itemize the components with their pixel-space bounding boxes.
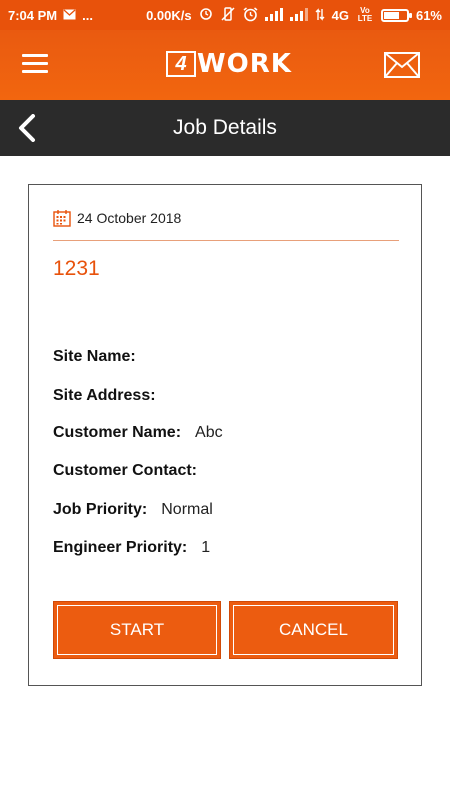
data-arrows-icon xyxy=(315,7,325,23)
battery-icon xyxy=(380,8,412,22)
signal-icon xyxy=(264,7,283,23)
mail-icon[interactable] xyxy=(384,52,420,83)
volte-indicator: Vo LTE xyxy=(357,6,373,23)
field-customer-name: Customer Name: Abc xyxy=(53,424,223,442)
field-value: Normal xyxy=(161,501,213,518)
field-customer-contact: Customer Contact: xyxy=(53,462,211,480)
job-date-row: 24 October 2018 xyxy=(53,209,399,241)
status-time: 7:04 PM xyxy=(8,7,58,23)
field-label: Site Name: xyxy=(53,348,136,365)
cancel-button-label: CANCEL xyxy=(279,620,348,639)
field-label: Job Priority: xyxy=(53,501,148,518)
start-button[interactable]: START xyxy=(53,601,221,659)
field-value: Abc xyxy=(195,424,223,441)
status-more-dots: ... xyxy=(82,7,93,23)
app-bar: 4 WORK xyxy=(0,30,450,100)
job-number: 1231 xyxy=(53,257,100,280)
gmail-notification-icon xyxy=(63,9,76,22)
vibrate-off-icon xyxy=(220,7,236,23)
network-speed: 0.00K/s xyxy=(146,7,192,23)
field-label: Customer Contact: xyxy=(53,462,198,479)
network-type: 4G xyxy=(331,7,349,23)
menu-icon[interactable] xyxy=(22,54,48,76)
field-value: 1 xyxy=(201,539,211,556)
logo-box: 4 xyxy=(166,51,196,77)
job-date: 24 October 2018 xyxy=(77,210,182,226)
field-label: Site Address: xyxy=(53,387,156,404)
logo-text: WORK xyxy=(197,49,292,79)
alarm-icon xyxy=(243,6,258,24)
start-button-label: START xyxy=(109,620,165,639)
calendar-icon xyxy=(53,209,71,232)
job-card: 24 October 2018 1231 Site Name: Site Add… xyxy=(28,184,422,686)
status-bar: 7:04 PM ... 0.00K/s 4G Vo LTE 61% xyxy=(0,0,450,30)
page-title: Job Details xyxy=(173,116,277,139)
cancel-button[interactable]: CANCEL xyxy=(229,601,398,659)
field-engineer-priority: Engineer Priority: 1 xyxy=(53,539,210,557)
field-label: Engineer Priority: xyxy=(53,539,188,556)
field-site-name: Site Name: xyxy=(53,348,150,366)
field-job-priority: Job Priority: Normal xyxy=(53,501,213,519)
title-bar: Job Details xyxy=(0,100,450,156)
app-logo: 4 WORK xyxy=(166,49,292,79)
signal-2-icon xyxy=(289,7,308,23)
field-label: Customer Name: xyxy=(53,424,182,441)
sync-icon xyxy=(199,7,213,23)
field-site-address: Site Address: xyxy=(53,387,170,405)
battery-percent: 61% xyxy=(415,7,442,23)
